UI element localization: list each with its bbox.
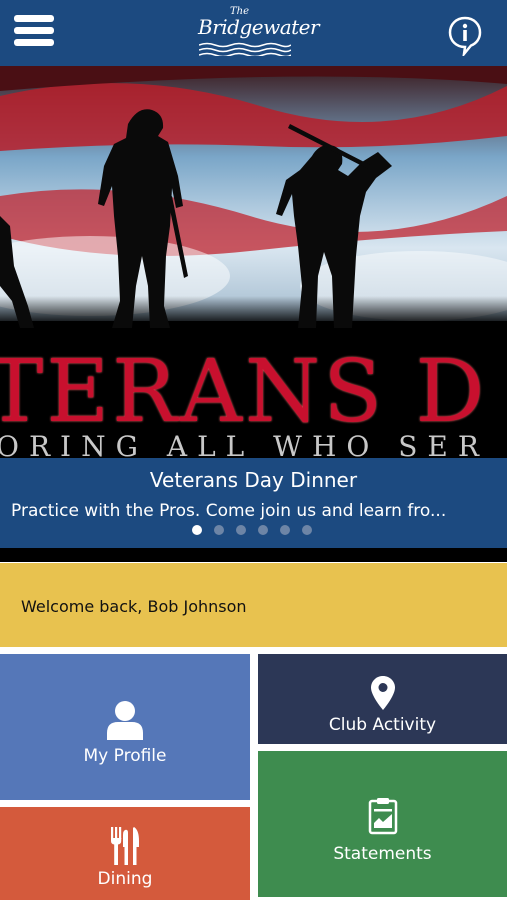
event-title: Veterans Day Dinner (149, 468, 358, 492)
logo-name: Bridgewater (198, 15, 320, 39)
hero-banner-text: TERANS D (0, 342, 488, 442)
club-activity-tile[interactable]: Club Activity (258, 654, 507, 744)
info-bubble-icon[interactable] (448, 16, 482, 56)
divider (0, 548, 507, 562)
welcome-text: Welcome back, Bob Johnson (21, 597, 247, 616)
my-profile-label: My Profile (83, 746, 167, 766)
carousel-dot-3[interactable] (236, 525, 246, 535)
clipboard-chart-icon (368, 798, 398, 835)
statements-tile[interactable]: Statements (258, 751, 507, 897)
club-activity-label: Club Activity (328, 715, 437, 735)
logo-waves-icon (199, 42, 291, 56)
club-logo: The Bridgewater (190, 6, 320, 58)
carousel-dot-6[interactable] (302, 525, 312, 535)
map-pin-icon (371, 676, 395, 710)
carousel-dot-1[interactable] (192, 525, 202, 535)
carousel-dot-5[interactable] (280, 525, 290, 535)
carousel-dot-4[interactable] (258, 525, 268, 535)
hero-carousel[interactable]: TERANS D ORING ALL WHO SER (0, 66, 507, 458)
user-icon (107, 701, 143, 740)
dining-label: Dining (97, 869, 153, 889)
welcome-banner: Welcome back, Bob Johnson (0, 563, 507, 647)
carousel-caption[interactable]: Veterans Day Dinner Practice with the Pr… (0, 458, 507, 548)
statements-label: Statements (333, 844, 432, 864)
carousel-pagination (192, 525, 324, 535)
carousel-dot-2[interactable] (214, 525, 224, 535)
hero-banner-subtext: ORING ALL WHO SER (0, 430, 489, 458)
hamburger-menu-icon[interactable] (14, 15, 54, 51)
my-profile-tile[interactable]: My Profile (0, 654, 250, 800)
dining-tile[interactable]: Dining (0, 807, 250, 900)
fork-knife-icon (111, 827, 139, 865)
event-description: Practice with the Pros. Come join us and… (11, 501, 447, 521)
app-header: The Bridgewater (0, 0, 507, 66)
